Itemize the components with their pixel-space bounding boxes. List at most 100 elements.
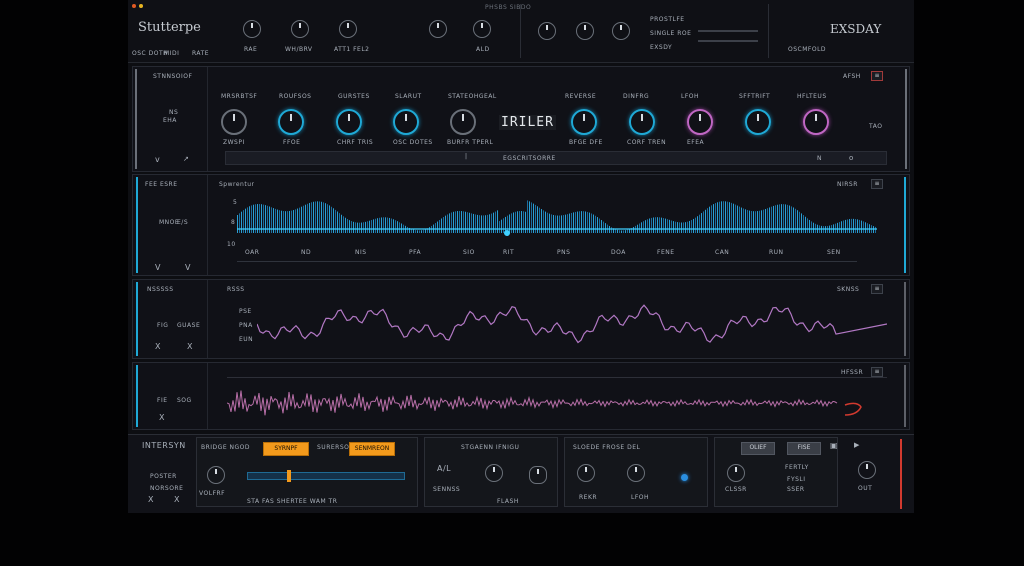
chevron-down-icon[interactable]: V xyxy=(155,263,161,272)
spectrum-bar xyxy=(397,221,398,233)
osc-knob-10[interactable] xyxy=(803,109,829,135)
y-label-0: PSE xyxy=(239,308,252,315)
arrow-icon[interactable]: ↗ xyxy=(183,155,189,163)
osc-knob-3[interactable] xyxy=(336,109,362,135)
mod-knob-3[interactable] xyxy=(612,22,630,40)
output-knob[interactable] xyxy=(727,464,745,482)
filter-mode-button[interactable]: SYRNPF xyxy=(263,442,309,456)
osc-knob-4[interactable] xyxy=(393,109,419,135)
output-button-2[interactable]: FISE xyxy=(787,442,821,455)
knob-tag-0: MRSRBTSF xyxy=(221,93,258,100)
spectrum-bar xyxy=(657,217,658,233)
mod-knob-1[interactable] xyxy=(538,22,556,40)
mod-knob-2[interactable] xyxy=(576,22,594,40)
ald-knob[interactable] xyxy=(429,20,447,38)
filter-slider-thumb[interactable] xyxy=(287,470,291,482)
sec4-label-2: CLSSR xyxy=(725,486,747,493)
close-icon[interactable]: X xyxy=(155,342,161,351)
tab-0[interactable]: BRIDGE NGOD xyxy=(201,444,250,451)
spectrum-graph[interactable] xyxy=(237,191,877,247)
play-icon[interactable]: ▶ xyxy=(854,441,860,449)
settings-icon[interactable]: ▣ xyxy=(830,441,838,450)
minimize-button[interactable] xyxy=(139,4,143,8)
sec3-label-0: REKR xyxy=(579,494,598,501)
spectrum-bar xyxy=(317,201,318,233)
spectrum-bar xyxy=(527,200,528,233)
panel-menu-button[interactable]: ≡ xyxy=(871,284,883,294)
chevron-down-icon[interactable]: v xyxy=(155,155,160,164)
filter-slider-track[interactable] xyxy=(247,472,405,480)
env-knob-2[interactable] xyxy=(529,466,547,484)
osc-knob-1[interactable] xyxy=(221,109,247,135)
panel-menu-button[interactable]: ≡ xyxy=(871,367,883,377)
close-icon[interactable]: X xyxy=(148,495,154,504)
env-knob-1[interactable] xyxy=(485,464,503,482)
tick-4: SIO xyxy=(463,249,475,256)
info-icon[interactable]: o xyxy=(849,154,854,162)
spectrum-bar xyxy=(691,220,692,233)
lfo-graph[interactable] xyxy=(257,294,887,354)
fader-a[interactable] xyxy=(698,30,758,32)
left-label-1: GUASE xyxy=(177,322,201,329)
output-button-1[interactable]: OLIEF xyxy=(741,442,775,455)
spectrum-bar xyxy=(479,215,480,233)
sec4-label-0: FERTLY xyxy=(785,464,809,471)
spectrum-bar xyxy=(477,214,478,233)
tick-11: SEN xyxy=(827,249,841,256)
spectrum-bar xyxy=(425,229,426,233)
spectrum-bar xyxy=(851,218,852,233)
noise-graph[interactable] xyxy=(227,379,867,425)
fader-b[interactable] xyxy=(698,40,758,42)
window-label: PHSBS SIBDO xyxy=(485,4,532,11)
osc-knob-2[interactable] xyxy=(278,109,304,135)
master-knob[interactable] xyxy=(858,461,876,479)
spectrum-bar xyxy=(311,202,312,233)
spectrum-bar xyxy=(721,201,722,233)
wh-knob[interactable] xyxy=(291,20,309,38)
spectrum-bar xyxy=(645,220,646,233)
spectrum-bar xyxy=(583,211,584,233)
osc-range-bar[interactable] xyxy=(225,151,887,165)
filter-knob[interactable] xyxy=(207,466,225,484)
spectrum-bar xyxy=(655,217,656,233)
spectrum-bar xyxy=(321,201,322,233)
osc-knob-6[interactable] xyxy=(571,109,597,135)
aux-knob[interactable] xyxy=(473,20,491,38)
spectrum-bar xyxy=(441,218,442,233)
spectrum-bar xyxy=(417,230,418,233)
osc-knob-9[interactable] xyxy=(745,109,771,135)
chevron-down-icon-2[interactable]: V xyxy=(185,263,191,272)
close-icon[interactable]: X xyxy=(159,413,165,422)
delay-knob-1[interactable] xyxy=(577,464,595,482)
left-label-1: SOG xyxy=(177,397,192,404)
spectrum-bar xyxy=(529,201,530,233)
tick-7: DOA xyxy=(611,249,626,256)
osc-knob-7[interactable] xyxy=(629,109,655,135)
close-button[interactable] xyxy=(132,4,136,8)
spectrum-bar xyxy=(653,217,654,233)
close-icon-2[interactable]: X xyxy=(187,342,193,351)
spectrum-bar xyxy=(517,211,518,233)
spectrum-bar xyxy=(723,201,724,233)
knob-tag-4: STATEOHGEAL xyxy=(448,93,497,100)
sec3-label-1: LFOH xyxy=(631,494,650,501)
spectrum-bar xyxy=(701,213,702,233)
spectrum-bar xyxy=(365,221,366,233)
osc-knob-5[interactable] xyxy=(450,109,476,135)
att-knob[interactable] xyxy=(339,20,357,38)
knob-label-2: CHRF TRIS xyxy=(337,139,374,146)
close-icon-2[interactable]: X xyxy=(174,495,180,504)
rate-knob[interactable] xyxy=(243,20,261,38)
sync-button[interactable]: SENMREON xyxy=(349,442,395,456)
spectrum-bar xyxy=(809,219,810,233)
spectrum-bar xyxy=(453,211,454,233)
spectrum-bar xyxy=(845,219,846,233)
tab-1[interactable]: SURERSO xyxy=(317,444,349,451)
panel-menu-button[interactable]: ≡ xyxy=(871,179,883,189)
spectrum-bar xyxy=(843,220,844,233)
panel-menu-button[interactable]: ≡ xyxy=(871,71,883,81)
delay-knob-2[interactable] xyxy=(627,464,645,482)
spectrum-sidebar: FEE ESRE MNOE E/S V V xyxy=(133,175,208,275)
spectrum-bar xyxy=(561,215,562,233)
osc-knob-8[interactable] xyxy=(687,109,713,135)
